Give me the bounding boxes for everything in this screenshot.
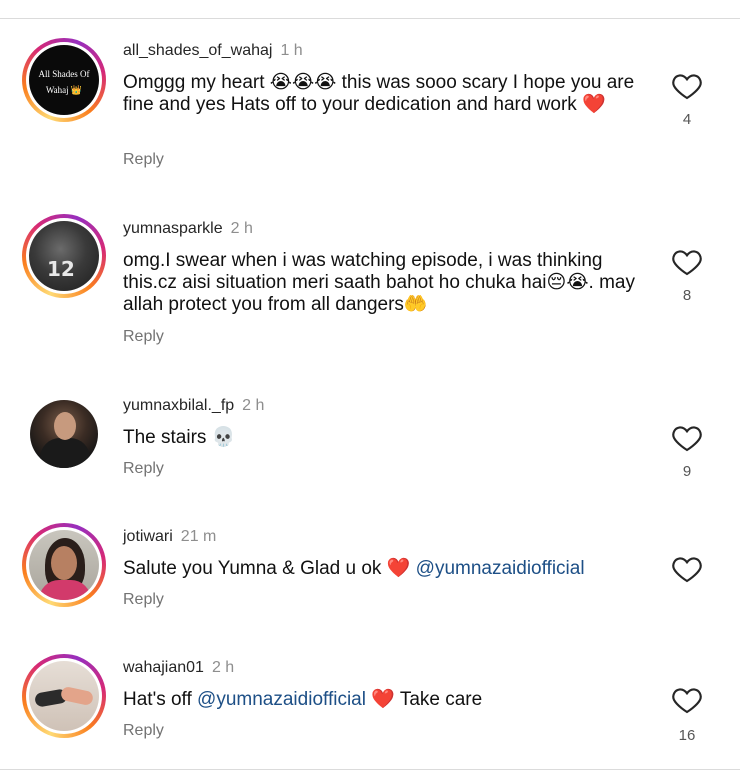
avatar: All Shades Of Wahaj 👑 <box>29 45 99 115</box>
avatar-story-ring[interactable]: 12 <box>22 214 106 298</box>
avatar <box>30 400 98 468</box>
reply-button[interactable]: Reply <box>123 460 164 478</box>
avatar-wrapper[interactable] <box>22 392 106 476</box>
heart-outline-icon[interactable] <box>670 684 704 716</box>
like-count: 4 <box>682 111 692 128</box>
like-count: 8 <box>682 287 692 304</box>
comment-username[interactable]: wahajian01 2 h <box>123 659 234 677</box>
comment-username[interactable]: yumnaxbilal._fp 2 h <box>123 397 264 415</box>
reply-button[interactable]: Reply <box>123 591 164 609</box>
like-count: 16 <box>678 727 696 744</box>
avatar <box>29 530 99 600</box>
mention-link[interactable]: @yumnazaidiofficial <box>197 689 366 710</box>
heart-outline-icon[interactable] <box>670 246 704 278</box>
bottom-divider <box>0 769 740 770</box>
avatar-story-ring[interactable]: All Shades Of Wahaj 👑 <box>22 38 106 122</box>
comment-time: 2 h <box>211 659 235 676</box>
comment-time: 21 m <box>180 528 217 545</box>
comment-time: 2 h <box>242 397 265 414</box>
comment-username[interactable]: yumnasparkle 2 h <box>123 220 253 238</box>
reply-button[interactable]: Reply <box>123 722 164 740</box>
mention-link[interactable]: @yumnazaidiofficial <box>416 558 585 579</box>
comment-text: Salute you Yumna & Glad u ok ❤️ @yumnaza… <box>123 558 585 579</box>
comment-text: The stairs 💀 <box>123 427 236 448</box>
reply-button[interactable]: Reply <box>123 328 164 346</box>
comment-time: 1 h <box>280 42 303 59</box>
heart-outline-icon[interactable] <box>670 422 704 454</box>
avatar <box>29 661 99 731</box>
top-divider <box>0 18 740 19</box>
comment-time: 2 h <box>230 220 253 237</box>
reply-button[interactable]: Reply <box>123 151 164 169</box>
comment-username[interactable]: jotiwari 21 m <box>123 528 216 546</box>
heart-outline-icon[interactable] <box>670 553 704 585</box>
comment-text: omg.I swear when i was watching episode,… <box>123 250 635 315</box>
heart-outline-icon[interactable] <box>670 70 704 102</box>
avatar: 12 <box>29 221 99 291</box>
comment-username[interactable]: all_shades_of_wahaj 1 h <box>123 42 303 60</box>
like-count: 9 <box>682 463 692 480</box>
comment-text: Hat's off @yumnazaidiofficial ❤️ Take ca… <box>123 689 483 710</box>
avatar-story-ring[interactable] <box>22 523 106 607</box>
comment-text: Omggg my heart 😭😭😭 this was sooo scary I… <box>123 72 635 115</box>
avatar-story-ring[interactable] <box>22 654 106 738</box>
